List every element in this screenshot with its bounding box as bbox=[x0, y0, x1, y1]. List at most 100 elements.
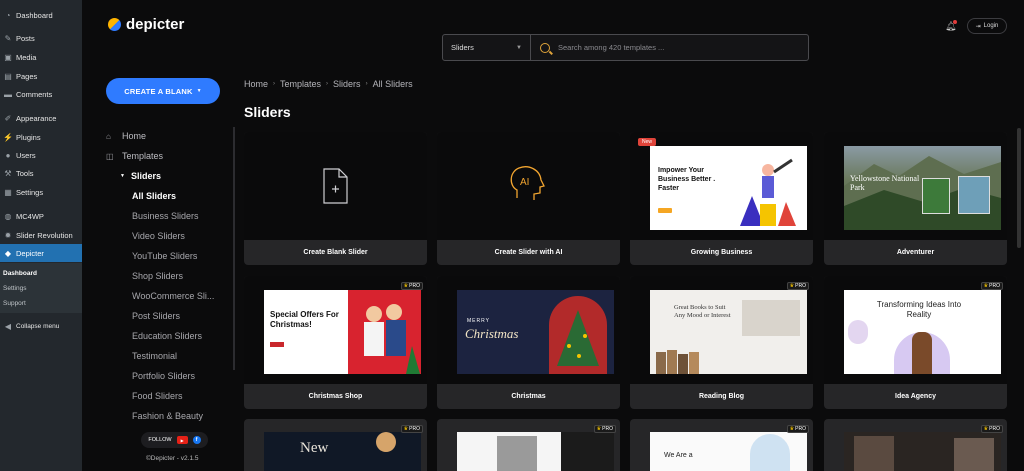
preview-headline: We Are a bbox=[664, 452, 693, 459]
wp-menu-mc4wp[interactable]: ◍ MC4WP bbox=[0, 207, 82, 225]
wp-menu-pages[interactable]: ▤ Pages bbox=[0, 67, 82, 85]
media-icon: ▣ bbox=[4, 52, 12, 62]
nav-sub-business-sliders[interactable]: Business Sliders bbox=[132, 211, 199, 221]
nav-sub-fashion-beauty[interactable]: Fashion & Beauty bbox=[132, 411, 203, 421]
nav-sub-youtube-sliders[interactable]: YouTube Sliders bbox=[132, 251, 197, 261]
wp-collapse-menu[interactable]: ◀ Collapse menu bbox=[0, 317, 82, 335]
template-card-row3-3[interactable]: We Are a ♛ PRO bbox=[630, 419, 813, 471]
preview-illustration bbox=[740, 158, 796, 226]
template-card-christmas-shop[interactable]: Special Offers For Christmas! ♛ PRO Chris… bbox=[244, 276, 427, 409]
user-icon: ● bbox=[5, 150, 11, 160]
login-button[interactable]: ⇥ Login bbox=[967, 18, 1007, 34]
youtube-icon[interactable]: ▶ bbox=[176, 436, 188, 444]
notification-bell-icon[interactable]: 🔔︎ bbox=[945, 20, 957, 31]
pro-badge: ♛ PRO bbox=[980, 282, 1003, 290]
nav-sub-testimonial[interactable]: Testimonial bbox=[132, 351, 177, 361]
wp-menu-tools[interactable]: ⚒ Tools bbox=[0, 164, 82, 182]
nav-scrollbar[interactable] bbox=[233, 127, 235, 370]
page-title: Sliders bbox=[244, 104, 291, 120]
wp-menu-label: Settings bbox=[16, 187, 44, 197]
wp-admin-sidebar: ◔ Dashboard ✎ Posts ▣ Media ▤ Pages ▬ Comment… bbox=[0, 0, 82, 471]
card-caption: Idea Agency bbox=[895, 393, 936, 400]
chevron-right-icon: › bbox=[365, 81, 368, 87]
version-text: ©Depicter - v2.1.5 bbox=[146, 455, 199, 462]
template-preview bbox=[844, 432, 1001, 471]
breadcrumb-all-sliders: All Sliders bbox=[372, 79, 413, 89]
nav-sliders[interactable]: ▼ Sliders bbox=[120, 171, 161, 181]
breadcrumb: Home › Templates › Sliders › All Sliders bbox=[244, 79, 413, 89]
nav-templates[interactable]: ◫ Templates bbox=[106, 151, 163, 161]
category-select[interactable]: Sliders ▼ bbox=[443, 35, 531, 60]
breadcrumb-templates[interactable]: Templates bbox=[280, 79, 321, 89]
nav-sub-portfolio-sliders[interactable]: Portfolio Sliders bbox=[132, 371, 195, 381]
wp-menu-slider-revolution[interactable]: ✹ Slider Revolution bbox=[0, 226, 82, 244]
template-preview: MERRY Christmas bbox=[457, 290, 614, 374]
nav-sub-video-sliders[interactable]: Video Sliders bbox=[132, 231, 185, 241]
template-card-row3-4[interactable]: ♛ PRO bbox=[824, 419, 1007, 471]
wp-menu-appearance[interactable]: ✐ Appearance bbox=[0, 109, 82, 127]
nav-home[interactable]: ⌂ Home bbox=[106, 131, 146, 141]
facebook-icon[interactable]: f bbox=[192, 436, 201, 444]
breadcrumb-sliders[interactable]: Sliders bbox=[333, 79, 361, 89]
wp-submenu-settings[interactable]: Settings bbox=[0, 281, 82, 295]
brush-icon: ✐ bbox=[4, 113, 12, 123]
wp-menu-plugins[interactable]: ⚡ Plugins bbox=[0, 128, 82, 146]
card-caption: Create Slider with AI bbox=[494, 249, 563, 256]
card-caption: Growing Business bbox=[690, 249, 753, 256]
nav-sub-all-sliders[interactable]: All Sliders bbox=[132, 191, 176, 201]
preview-photo bbox=[954, 438, 994, 471]
page-icon: ▤ bbox=[4, 71, 12, 81]
template-card-idea-agency[interactable]: Transforming Ideas Into Reality ♛ PRO Ide… bbox=[824, 276, 1007, 409]
preview-button bbox=[270, 342, 284, 347]
collapse-icon: ◀ bbox=[4, 321, 12, 331]
nav-sub-food-sliders[interactable]: Food Sliders bbox=[132, 391, 183, 401]
pro-badge: ♛ PRO bbox=[400, 425, 423, 433]
app-root: ◔ Dashboard ✎ Posts ▣ Media ▤ Pages ▬ Comment… bbox=[0, 0, 1024, 471]
wp-menu-settings[interactable]: ▦ Settings bbox=[0, 183, 82, 201]
card-thumbnail bbox=[244, 132, 427, 240]
wp-menu-media[interactable]: ▣ Media bbox=[0, 48, 82, 66]
nav-sub-woocommerce-sliders[interactable]: WooCommerce Sli... bbox=[132, 291, 214, 301]
crown-icon: ♛ bbox=[596, 426, 602, 432]
depicter-logo[interactable]: depicter bbox=[108, 16, 184, 33]
search-input[interactable] bbox=[558, 43, 788, 52]
pro-label: PRO bbox=[795, 283, 806, 289]
card-caption: Adventurer bbox=[896, 249, 935, 256]
template-card-row3-1[interactable]: New ♛ PRO bbox=[244, 419, 427, 471]
breadcrumb-home[interactable]: Home bbox=[244, 79, 268, 89]
template-card-reading-blog[interactable]: Great Books to Suit Any Mood or Interest… bbox=[630, 276, 813, 409]
wp-menu-depicter[interactable]: ◆ Depicter bbox=[0, 244, 82, 262]
create-blank-button[interactable]: CREATE A BLANK ▼ bbox=[106, 78, 220, 104]
wp-menu-posts[interactable]: ✎ Posts bbox=[0, 29, 82, 47]
follow-bar: FOLLOW ▶ f bbox=[141, 432, 208, 448]
nav-label: Templates bbox=[122, 151, 164, 161]
crown-icon: ♛ bbox=[789, 283, 795, 289]
page-scrollbar[interactable] bbox=[1017, 128, 1021, 248]
template-card-growing-business[interactable]: Impower Your Business Better . Faster Ne… bbox=[630, 132, 813, 265]
preview-photo bbox=[348, 290, 421, 374]
nav-sub-post-sliders[interactable]: Post Sliders bbox=[132, 311, 180, 321]
template-card-adventurer[interactable]: Yellowstone National Park Adventurer bbox=[824, 132, 1007, 265]
template-card-row3-2[interactable]: ♛ PRO bbox=[437, 419, 620, 471]
nav-sub-education-sliders[interactable]: Education Sliders bbox=[132, 331, 202, 341]
wp-submenu-dashboard[interactable]: Dashboard bbox=[0, 266, 82, 280]
template-card-create-ai[interactable]: AI Create Slider with AI bbox=[437, 132, 620, 265]
create-blank-label: CREATE A BLANK bbox=[124, 86, 193, 96]
wp-menu-comments[interactable]: ▬ Comments bbox=[0, 85, 82, 103]
wp-menu-label: Posts bbox=[16, 33, 35, 43]
wrench-icon: ⚒ bbox=[4, 168, 12, 178]
crown-icon: ♛ bbox=[403, 283, 409, 289]
wp-menu-users[interactable]: ● Users bbox=[0, 146, 82, 164]
preview-photo bbox=[958, 176, 990, 214]
nav-sub-shop-sliders[interactable]: Shop Sliders bbox=[132, 271, 183, 281]
template-card-christmas[interactable]: MERRY Christmas Christmas bbox=[437, 276, 620, 409]
template-card-create-blank[interactable]: Create Blank Slider bbox=[244, 132, 427, 265]
wp-menu-dashboard[interactable]: ◔ Dashboard bbox=[0, 6, 82, 24]
revolution-icon: ✹ bbox=[4, 230, 12, 240]
dashboard-icon: ◔ bbox=[5, 10, 11, 20]
pro-label: PRO bbox=[795, 426, 806, 432]
pro-badge: ♛ PRO bbox=[786, 425, 809, 433]
wp-menu-label: Comments bbox=[16, 89, 53, 99]
template-preview: We Are a bbox=[650, 432, 807, 471]
wp-submenu-support[interactable]: Support bbox=[0, 296, 82, 310]
